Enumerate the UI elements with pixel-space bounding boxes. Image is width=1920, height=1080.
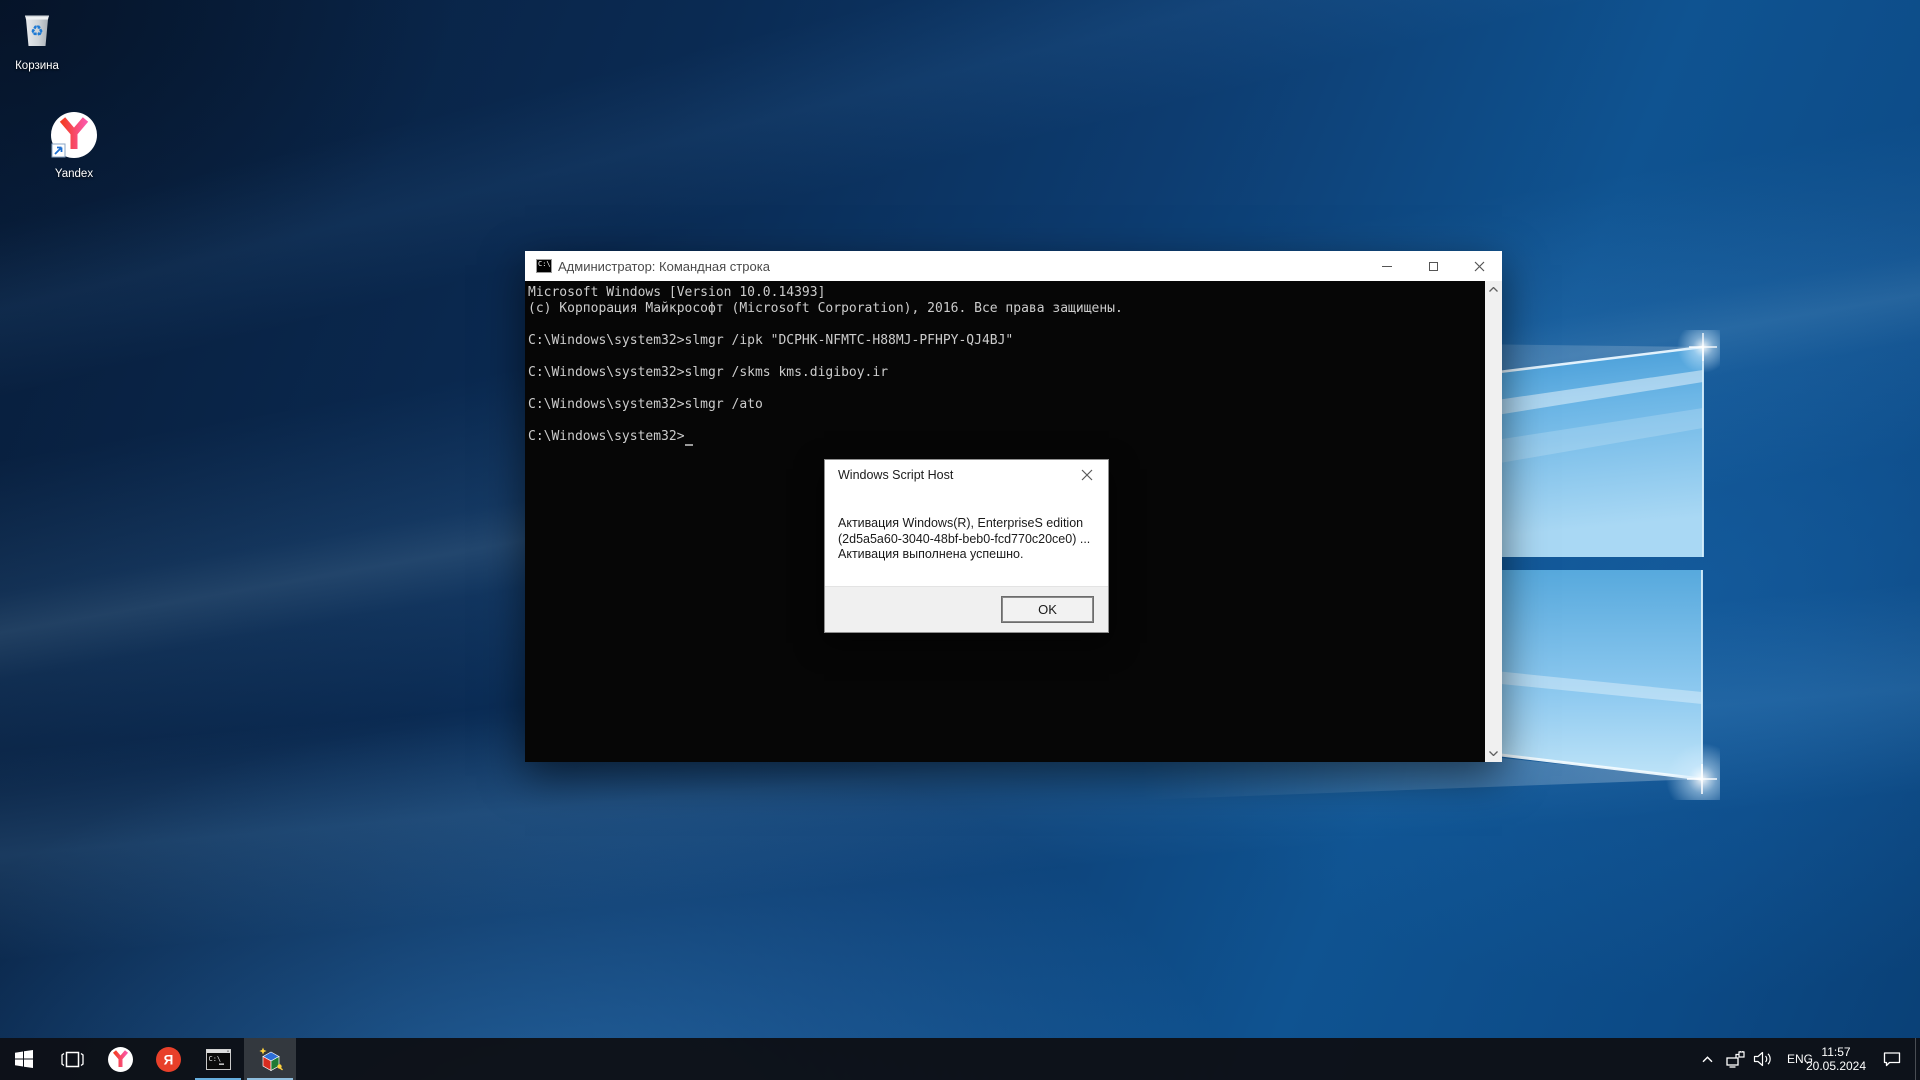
wsh-dialog: Windows Script Host Активация Windows(R)… — [824, 459, 1109, 633]
taskbar-cmd-button[interactable]: C:\ — [192, 1038, 244, 1080]
close-button[interactable] — [1456, 251, 1502, 281]
terminal-line: C:\Windows\system32>slmgr /ipk "DCPHK-NF… — [528, 333, 1482, 349]
svg-text:C:\: C:\ — [208, 1055, 221, 1063]
speaker-icon — [1753, 1051, 1773, 1067]
action-center-icon — [1883, 1051, 1901, 1068]
cmd-icon: C:\ — [206, 1049, 231, 1070]
svg-text:♻: ♻ — [30, 22, 43, 40]
shortcut-arrow-badge — [52, 144, 65, 157]
tray-volume-button[interactable] — [1749, 1038, 1777, 1080]
dialog-message-line: (2d5a5a60-3040-48bf-beb0-fcd770c20ce0) .… — [838, 532, 1090, 548]
close-icon — [1081, 469, 1093, 481]
minimize-button[interactable] — [1364, 251, 1410, 281]
terminal-line: C:\Windows\system32>slmgr /ato — [528, 397, 1482, 413]
terminal-line — [528, 349, 1482, 365]
minimize-icon — [1382, 266, 1392, 267]
task-view-icon — [61, 1051, 84, 1068]
scroll-up-button[interactable] — [1485, 281, 1502, 298]
vertical-scrollbar[interactable] — [1485, 281, 1502, 762]
terminal-line: Microsoft Windows [Version 10.0.14393] — [528, 285, 1482, 301]
cmd-titlebar[interactable]: C:\ Администратор: Командная строка — [525, 251, 1502, 281]
dialog-close-button[interactable] — [1066, 460, 1108, 490]
ok-button[interactable]: OK — [1002, 597, 1093, 622]
maximize-button[interactable] — [1410, 251, 1456, 281]
clock-time: 11:57 — [1821, 1045, 1850, 1060]
ethernet-network-icon — [1726, 1051, 1745, 1068]
terminal-line: C:\Windows\system32>slmgr /skms kms.digi… — [528, 365, 1482, 381]
close-icon — [1474, 261, 1485, 272]
dialog-footer: OK — [825, 586, 1108, 632]
taskbar: Я C:\ — [0, 1038, 1920, 1080]
terminal-line — [528, 381, 1482, 397]
desktop-icon-yandex[interactable]: Yandex — [36, 110, 112, 180]
start-button[interactable] — [0, 1038, 48, 1080]
scroll-down-icon — [1489, 751, 1498, 756]
taskbar-yandex-search-button[interactable]: Я — [144, 1038, 192, 1080]
svg-text:Я: Я — [163, 1052, 173, 1067]
yandex-browser-icon — [49, 110, 99, 160]
terminal-line — [528, 317, 1482, 333]
kms-cube-icon — [257, 1046, 284, 1073]
yandex-browser-icon — [107, 1046, 134, 1073]
tray-show-hidden-icons-button[interactable] — [1697, 1038, 1717, 1080]
desktop-icon-recycle-bin[interactable]: ♻ Корзина — [0, 6, 74, 72]
desktop-icon-label: Корзина — [0, 60, 74, 72]
dialog-message: Активация Windows(R), EnterpriseS editio… — [838, 516, 1090, 563]
terminal-cursor — [685, 444, 693, 446]
scroll-down-button[interactable] — [1485, 745, 1502, 762]
windows-start-icon — [15, 1050, 33, 1068]
chevron-up-icon — [1702, 1056, 1713, 1063]
tray-network-button[interactable] — [1722, 1038, 1748, 1080]
tray-clock[interactable]: 11:57 20.05.2024 — [1803, 1038, 1869, 1080]
taskbar-kms-tool-button[interactable] — [244, 1038, 296, 1080]
dialog-titlebar[interactable]: Windows Script Host — [825, 460, 1108, 490]
recycle-bin-icon: ♻ — [17, 6, 57, 52]
cmd-window-title: Администратор: Командная строка — [558, 259, 770, 274]
show-desktop-button[interactable] — [1915, 1038, 1920, 1080]
clock-date: 20.05.2024 — [1806, 1059, 1866, 1074]
cmd-output-text: Microsoft Windows [Version 10.0.14393] (… — [528, 285, 1482, 445]
task-view-button[interactable] — [48, 1038, 96, 1080]
terminal-line — [528, 413, 1482, 429]
yandex-ya-icon: Я — [155, 1046, 182, 1073]
dialog-body: Активация Windows(R), EnterpriseS editio… — [825, 490, 1108, 586]
action-center-button[interactable] — [1876, 1038, 1908, 1080]
dialog-title: Windows Script Host — [838, 468, 953, 482]
cmd-app-icon: C:\ — [536, 259, 552, 273]
terminal-line: C:\Windows\system32> — [528, 429, 1482, 445]
maximize-icon — [1429, 262, 1438, 271]
scroll-up-icon — [1489, 287, 1498, 292]
terminal-line: (c) Корпорация Майкрософт (Microsoft Cor… — [528, 301, 1482, 317]
dialog-message-line: Активация Windows(R), EnterpriseS editio… — [838, 516, 1090, 532]
dialog-message-line: Активация выполнена успешно. — [838, 547, 1090, 563]
desktop-icon-label: Yandex — [36, 168, 112, 180]
taskbar-yandex-browser-button[interactable] — [96, 1038, 144, 1080]
